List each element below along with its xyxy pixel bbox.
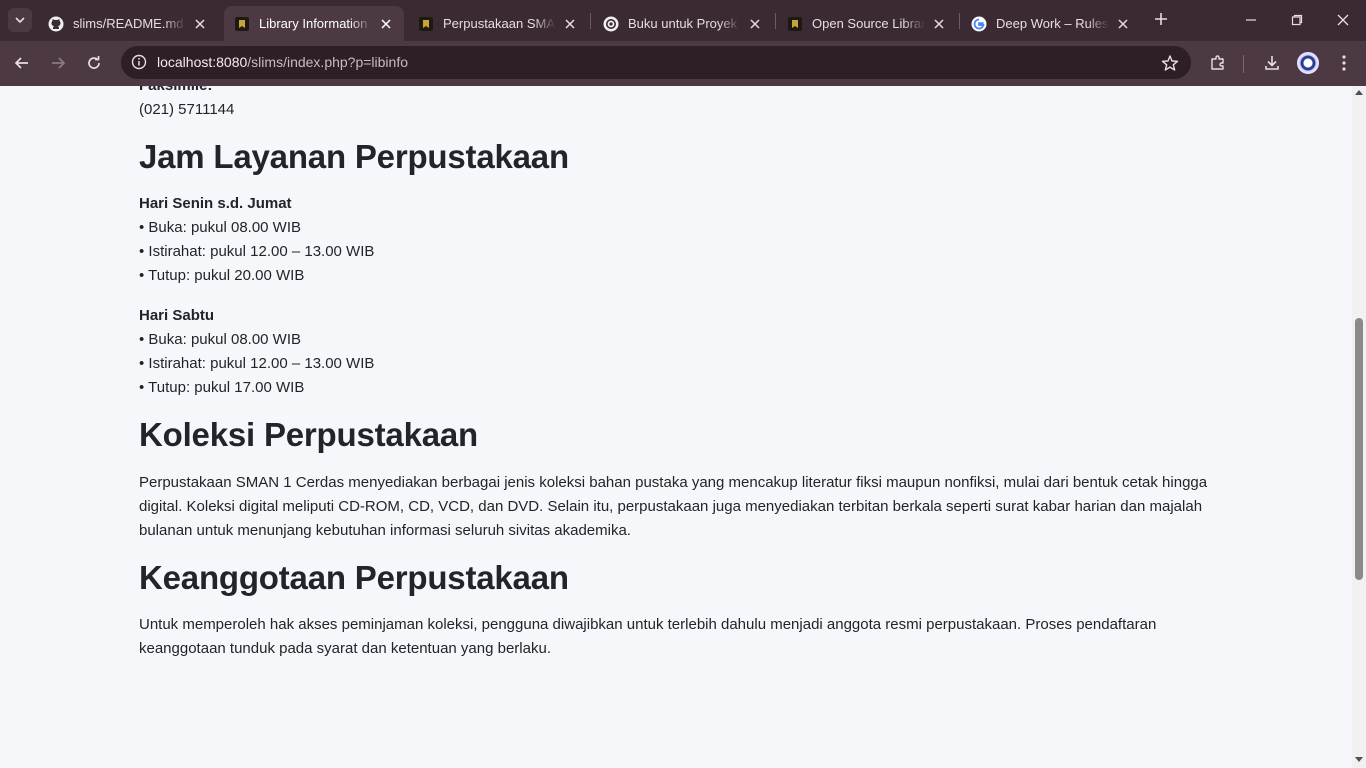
forward-arrow-icon [52,57,66,69]
close-icon[interactable] [747,16,763,32]
fax-number: (021) 5711144 [139,101,235,118]
tab-buku-proyek[interactable]: Buku untuk Proyek S [593,6,773,41]
saturday-hours-title: Hari Sabtu [139,307,215,324]
weekday-hours-title: Hari Senin s.d. Jumat [139,195,292,212]
weekday-break-time: • Istirahat: pukul 12.00 – 13.00 WIB [139,243,375,260]
membership-heading: Keanggotaan Perpustakaan [139,559,569,596]
tab-separator [590,13,591,29]
bookmark-star-icon[interactable] [1161,54,1179,72]
tab-title: Library Information [259,16,368,31]
browser-toolbar: localhost:8080/slims/index.php?p=libinfo [0,41,1366,86]
close-icon [1337,14,1349,26]
minimize-icon [1246,19,1256,21]
slims-logo-icon [787,16,803,32]
close-icon[interactable] [1115,16,1131,32]
tab-title: Open Source Library [812,16,925,31]
downloads-button[interactable] [1261,52,1283,74]
url-text[interactable]: localhost:8080/slims/index.php?p=libinfo [157,54,408,70]
download-icon [1265,56,1279,70]
tab-github-readme[interactable]: slims/README.md at [38,6,218,41]
back-arrow-icon [14,57,28,69]
saturday-close-time: • Tutup: pukul 17.00 WIB [139,379,305,396]
scroll-up-arrow-icon[interactable] [1355,90,1363,95]
tab-title: slims/README.md at [73,16,186,31]
tab-title: Deep Work – Rules fo [996,16,1109,31]
back-button[interactable] [8,49,36,77]
close-icon[interactable] [931,16,947,32]
tab-library-information[interactable]: Library Information [224,6,404,41]
saturday-break-time: • Istirahat: pukul 12.00 – 13.00 WIB [139,355,375,372]
tab-separator [959,13,960,29]
tab-open-source-library[interactable]: Open Source Library [777,6,957,41]
puzzle-icon [1211,55,1224,70]
url-path: /slims/index.php?p=libinfo [247,54,409,70]
browser-menu-button[interactable] [1333,52,1355,74]
tab-title: Perpustakaan SMAN [443,16,556,31]
restore-button[interactable] [1274,0,1320,40]
tab-strip: slims/README.md at Library Information P… [0,0,1366,41]
collection-description: Perpustakaan SMAN 1 Cerdas menyediakan b… [139,474,1208,539]
tab-perpustakaan-sman[interactable]: Perpustakaan SMAN [408,6,588,41]
site-info-icon[interactable] [131,54,147,70]
page-scrollbar[interactable] [1352,86,1366,768]
openai-icon [603,16,619,32]
tab-search-button[interactable] [8,8,32,32]
weekday-open-time: • Buka: pukul 08.00 WIB [139,219,302,236]
minimize-button[interactable] [1228,0,1274,40]
google-icon [971,16,987,32]
kebab-menu-icon [1342,55,1346,71]
scroll-down-arrow-icon[interactable] [1355,757,1363,762]
page-viewport: Faksimile: (021) 5711144 Jam Layanan Per… [0,86,1352,768]
forward-button[interactable] [44,49,72,77]
reload-icon [88,56,100,69]
extensions-button[interactable] [1207,52,1229,74]
tab-title: Buku untuk Proyek S [628,16,741,31]
close-window-button[interactable] [1320,0,1366,40]
slims-logo-icon [418,16,434,32]
slims-logo-icon [234,16,250,32]
close-icon[interactable] [378,16,394,32]
plus-icon [1155,13,1167,25]
chevron-down-icon [15,17,25,24]
profile-avatar[interactable] [1297,52,1319,74]
membership-description: Untuk memperoleh hak akses peminjaman ko… [139,616,1157,657]
url-host: localhost:8080 [157,54,248,70]
close-icon[interactable] [562,16,578,32]
github-icon [48,16,64,32]
toolbar-separator [1243,55,1244,73]
tab-separator [775,13,776,29]
reload-button[interactable] [80,49,108,77]
address-bar[interactable]: localhost:8080/slims/index.php?p=libinfo [121,46,1191,79]
collection-heading: Koleksi Perpustakaan [139,416,478,453]
restore-icon [1291,14,1303,26]
close-icon[interactable] [192,16,208,32]
saturday-open-time: • Buka: pukul 08.00 WIB [139,331,302,348]
weekday-close-time: • Tutup: pukul 20.00 WIB [139,267,305,284]
service-hours-heading: Jam Layanan Perpustakaan [139,138,569,175]
scrollbar-thumb[interactable] [1355,318,1363,580]
tab-deep-work[interactable]: Deep Work – Rules fo [961,6,1141,41]
new-tab-button[interactable] [1150,8,1172,30]
fax-label: Faksimile: [139,86,212,94]
